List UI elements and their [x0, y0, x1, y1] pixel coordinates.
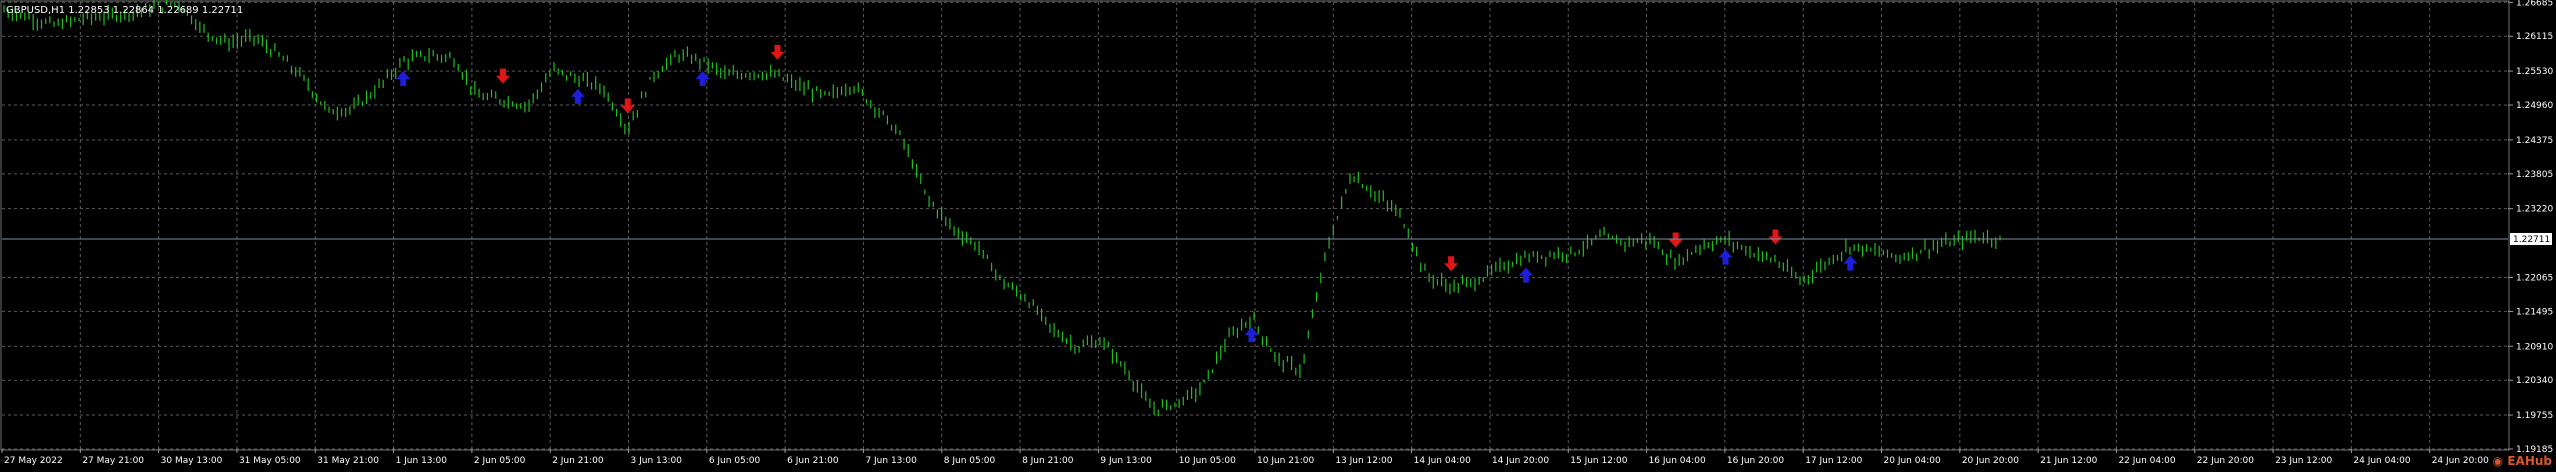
x-tick-label: 31 May 05:00 [239, 456, 301, 466]
y-tick-label: 1.22065 [2516, 273, 2553, 283]
price-axis: 1.26685 1.26115 1.25530 1.24960 1.24375 1.238… [2508, 0, 2553, 455]
signal-arrows [396, 44, 1858, 343]
buy-arrow-icon [570, 88, 585, 104]
y-tick-label: 1.24960 [2516, 101, 2553, 111]
buy-arrow-icon [396, 70, 411, 86]
x-tick-label: 7 Jun 13:00 [865, 456, 917, 466]
x-tick-label: 10 Jun 05:00 [1179, 456, 1236, 466]
y-tick-label: 1.20340 [2516, 376, 2553, 386]
grid-lines [2, 1, 2508, 450]
x-tick-label: 1 Jun 13:00 [396, 456, 448, 466]
y-tick-label: 1.19755 [2516, 411, 2553, 421]
price-tag-label: 1.22711 [2513, 235, 2550, 245]
sell-arrow-icon [770, 44, 785, 60]
y-tick-label: 1.20910 [2516, 342, 2553, 352]
symbol-info: GBPUSD,H1 1.22853 1.22864 1.22689 1.2271… [6, 5, 244, 16]
x-tick-label: 24 Jun 04:00 [2353, 456, 2410, 466]
x-tick-label: 8 Jun 05:00 [944, 456, 996, 466]
x-tick-label: 2 Jun 21:00 [552, 456, 604, 466]
buy-arrow-icon [1518, 267, 1533, 283]
x-tick-label: 27 May 21:00 [82, 456, 144, 466]
logo-icon: ◉ [2492, 454, 2504, 468]
x-tick-label: 23 Jun 12:00 [2275, 456, 2332, 466]
x-tick-label: 16 Jun 20:00 [1727, 456, 1784, 466]
y-tick-label: 1.25530 [2516, 67, 2553, 77]
x-tick-label: 9 Jun 13:00 [1100, 456, 1152, 466]
y-tick-label: 1.26115 [2516, 32, 2553, 42]
x-tick-label: 20 Jun 20:00 [1962, 456, 2019, 466]
x-tick-label: 14 Jun 04:00 [1414, 456, 1471, 466]
x-tick-label: 8 Jun 21:00 [1022, 456, 1074, 466]
x-tick-label: 27 May 2022 [4, 456, 63, 466]
x-tick-label: 17 Jun 12:00 [1805, 456, 1862, 466]
buy-arrow-icon [695, 70, 710, 86]
sell-arrow-icon [1668, 232, 1683, 248]
y-tick-label: 1.26685 [2516, 0, 2553, 8]
sell-arrow-icon [620, 98, 635, 114]
candle-series [3, 0, 2001, 417]
x-tick-label: 3 Jun 13:00 [631, 456, 683, 466]
y-tick-label: 1.21495 [2516, 307, 2553, 317]
x-tick-label: 15 Jun 12:00 [1570, 456, 1627, 466]
y-tick-label: 1.23805 [2516, 170, 2553, 180]
x-tick-label: 14 Jun 20:00 [1492, 456, 1549, 466]
x-tick-label: 16 Jun 04:00 [1649, 456, 1706, 466]
x-tick-label: 22 Jun 04:00 [2118, 456, 2175, 466]
price-chart[interactable]: 1.26685 1.26115 1.25530 1.24960 1.24375 1.238… [0, 0, 2556, 472]
x-tick-label: 6 Jun 05:00 [709, 456, 761, 466]
y-tick-label: 1.24375 [2516, 136, 2553, 146]
time-axis: 27 May 2022 27 May 21:00 30 May 13:00 31 Ma… [1, 449, 2489, 466]
x-tick-label: 24 Jun 20:00 [2432, 456, 2489, 466]
x-tick-label: 30 May 13:00 [161, 456, 223, 466]
current-price-line: 1.22711 [2, 232, 2552, 245]
x-tick-label: 20 Jun 04:00 [1884, 456, 1941, 466]
buy-arrow-icon [1244, 327, 1259, 343]
watermark-logo: ◉ EAHub [2493, 454, 2552, 468]
x-tick-label: 31 May 21:00 [317, 456, 379, 466]
sell-arrow-icon [1444, 256, 1459, 272]
watermark-label: EAHub [2507, 454, 2552, 468]
buy-arrow-icon [1718, 249, 1733, 265]
x-tick-label: 13 Jun 12:00 [1335, 456, 1392, 466]
y-tick-label: 1.23220 [2516, 205, 2553, 215]
buy-arrow-icon [1843, 255, 1858, 271]
x-tick-label: 22 Jun 20:00 [2197, 456, 2254, 466]
chart-window[interactable]: 1.26685 1.26115 1.25530 1.24960 1.24375 1.238… [0, 0, 2556, 472]
x-tick-label: 2 Jun 05:00 [474, 456, 526, 466]
x-tick-label: 6 Jun 21:00 [787, 456, 839, 466]
sell-arrow-icon [1768, 229, 1783, 245]
x-tick-label: 10 Jun 21:00 [1257, 456, 1314, 466]
x-tick-label: 21 Jun 12:00 [2040, 456, 2097, 466]
